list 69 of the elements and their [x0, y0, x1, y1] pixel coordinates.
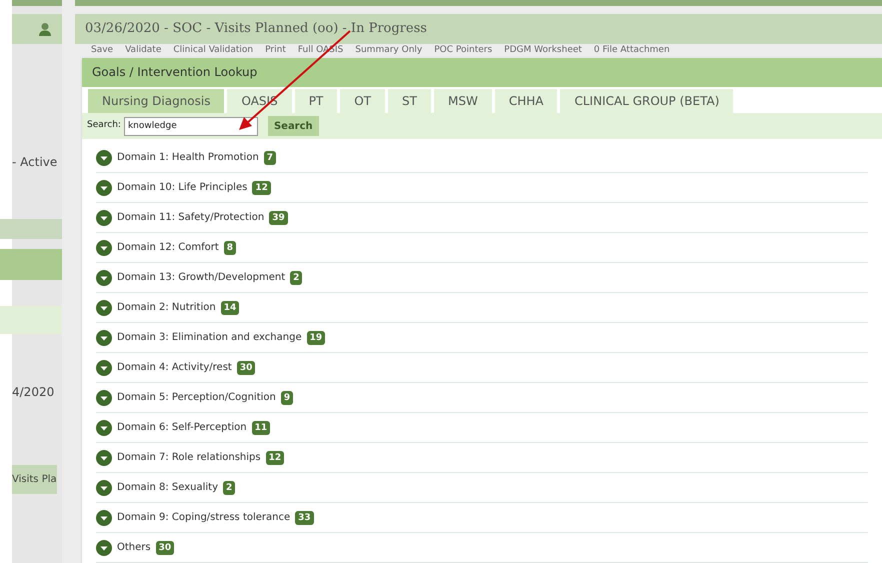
count-badge: 2: [290, 270, 302, 285]
sidebar-tag[interactable]: Visits Pla: [12, 464, 57, 494]
expand-icon[interactable]: [96, 150, 112, 166]
expand-icon[interactable]: [96, 390, 112, 406]
expand-icon[interactable]: [96, 180, 112, 196]
domain-label[interactable]: Domain 11: Safety/Protection: [117, 210, 264, 226]
domain-label[interactable]: Domain 6: Self-Perception: [117, 420, 247, 436]
dialog-title: Goals / Intervention Lookup: [92, 64, 258, 82]
count-badge: 7: [264, 150, 276, 165]
domain-label[interactable]: Domain 12: Comfort: [117, 240, 219, 256]
domain-label[interactable]: Domain 8: Sexuality: [117, 480, 218, 496]
domain-label[interactable]: Domain 7: Role relationships: [117, 450, 261, 466]
sidebar-band: [0, 306, 62, 334]
domain-label[interactable]: Domain 4: Activity/rest: [117, 360, 232, 376]
toolbar-item[interactable]: Validate: [125, 44, 162, 58]
count-badge: 30: [236, 360, 256, 375]
toolbar-item[interactable]: Clinical Validation: [173, 44, 254, 58]
expand-icon[interactable]: [96, 510, 112, 526]
tab[interactable]: PT: [294, 89, 338, 114]
search-label: Search:: [87, 119, 121, 132]
domain-label[interactable]: Domain 2: Nutrition: [117, 300, 216, 316]
toolbar-item[interactable]: 0 File Attachmen: [594, 44, 670, 58]
tab[interactable]: MSW: [434, 89, 492, 114]
toolbar-item[interactable]: Save: [91, 44, 114, 58]
domain-label[interactable]: Domain 10: Life Principles: [117, 180, 248, 196]
sidebar-text: 4/2020: [12, 384, 54, 400]
search-button[interactable]: Search: [268, 116, 319, 136]
tab[interactable]: CLINICAL GROUP (BETA): [560, 89, 734, 114]
expand-icon[interactable]: [96, 240, 112, 256]
count-badge: 12: [266, 450, 284, 465]
expand-icon[interactable]: [96, 210, 112, 226]
domain-label[interactable]: Domain 9: Coping/stress tolerance: [117, 510, 290, 526]
count-badge: 39: [269, 210, 288, 225]
count-badge: 8: [224, 240, 236, 255]
toolbar-item[interactable]: Summary Only: [355, 44, 422, 58]
expand-icon[interactable]: [96, 330, 112, 346]
count-badge: 9: [280, 390, 294, 405]
sidebar-band: [0, 248, 62, 280]
toolbar-item[interactable]: Print: [265, 44, 286, 58]
count-badge: 12: [252, 180, 271, 195]
domain-label[interactable]: Domain 1: Health Promotion: [117, 150, 259, 166]
count-badge: 19: [306, 330, 326, 345]
expand-icon[interactable]: [96, 540, 112, 556]
search-field[interactable]: knowledge: [124, 116, 258, 136]
tab[interactable]: OT: [340, 89, 386, 114]
sidebar-band: [0, 219, 62, 239]
page-title: 03/26/2020 - SOC - Visits Planned (oo) - In Progress: [85, 20, 427, 38]
expand-icon[interactable]: [96, 450, 112, 466]
count-badge: 2: [223, 480, 236, 495]
expand-icon[interactable]: [96, 360, 112, 376]
tab[interactable]: Nursing Diagnosis: [88, 89, 224, 114]
domain-label[interactable]: Others: [117, 540, 151, 556]
count-badge: 33: [295, 510, 314, 525]
sidebar-text: - Active: [12, 154, 58, 170]
domain-label[interactable]: Domain 5: Perception/Cognition: [117, 390, 276, 406]
domain-label[interactable]: Domain 3: Elimination and exchange: [117, 330, 302, 346]
expand-icon[interactable]: [96, 270, 112, 286]
tab[interactable]: CHHA: [494, 89, 558, 114]
count-badge: 14: [220, 300, 240, 315]
expand-icon[interactable]: [96, 420, 112, 436]
domain-label[interactable]: Domain 13: Growth/Development: [117, 270, 286, 286]
expand-icon[interactable]: [96, 480, 112, 496]
expand-icon[interactable]: [96, 300, 112, 316]
toolbar-item[interactable]: POC Pointers: [434, 44, 492, 58]
tab[interactable]: ST: [388, 89, 431, 114]
count-badge: 11: [252, 420, 270, 435]
count-badge: 30: [156, 540, 174, 555]
toolbar-item[interactable]: PDGM Worksheet: [504, 44, 582, 58]
user-icon[interactable]: [38, 22, 52, 36]
